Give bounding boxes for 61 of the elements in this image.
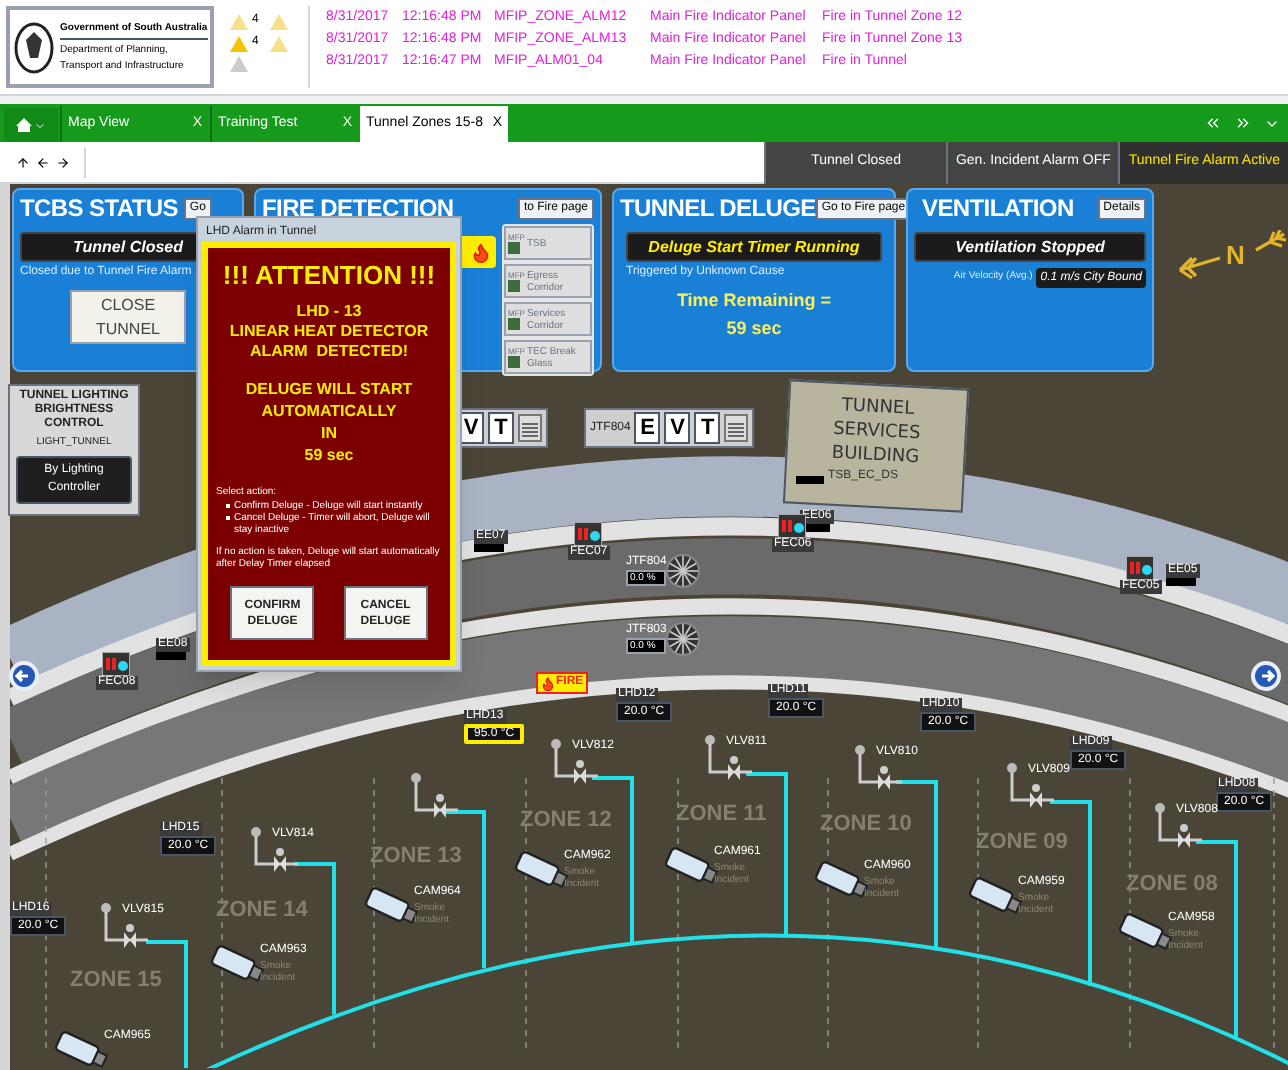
fire-cabinet-icon xyxy=(1126,556,1155,580)
mode-key[interactable]: V xyxy=(664,412,691,444)
jet-fan-icon xyxy=(666,622,701,656)
fire-cabinet-icon xyxy=(574,522,603,546)
home-menu-button[interactable] xyxy=(4,108,58,142)
scroll-right-icon[interactable] xyxy=(1234,114,1252,132)
exhaust-bar xyxy=(1166,578,1196,586)
zone-label: ZONE 10 xyxy=(820,810,912,840)
zone-label: ZONE 11 xyxy=(676,800,767,830)
alarm-text: ALARM DETECTED! xyxy=(249,341,409,361)
north-arrow-icon xyxy=(1176,230,1288,282)
alarm-text: LINEAR HEAT DETECTOR xyxy=(229,321,429,341)
time-remaining-label: Time Remaining = xyxy=(674,288,834,314)
zone-label: ZONE 13 xyxy=(370,842,462,872)
deluge-status: Deluge Start Timer Running xyxy=(626,232,882,262)
mode-key[interactable]: T xyxy=(694,412,721,444)
fire-cabinet-icon xyxy=(778,514,807,538)
countdown-text: DELUGE WILL START xyxy=(245,377,413,399)
status-bar xyxy=(796,476,824,484)
zone-label: ZONE 08 xyxy=(1126,870,1218,900)
panel-title: TUNNEL DELUGE xyxy=(620,196,816,220)
left-arrow-icon[interactable] xyxy=(8,660,40,692)
caret-icon xyxy=(34,119,46,131)
jet-fan-icon xyxy=(666,554,701,588)
up-arrow-icon[interactable] xyxy=(16,155,30,169)
valve-icon xyxy=(410,772,462,820)
countdown-text: 59 sec xyxy=(304,443,354,465)
countdown-text: IN xyxy=(320,421,337,443)
crest-logo-icon xyxy=(14,21,54,73)
panel-icon xyxy=(508,242,520,254)
zone-label: ZONE 14 xyxy=(216,896,308,926)
zone-label: ZONE 09 xyxy=(976,828,1068,858)
zone-label: ZONE 15 xyxy=(70,966,162,996)
disabled-warning-icon xyxy=(230,56,248,72)
panel-icon xyxy=(508,356,520,368)
panel-title: FIRE DETECTION xyxy=(262,196,454,220)
forward-arrow-icon[interactable] xyxy=(56,155,70,169)
countdown-text: AUTOMATICALLY xyxy=(261,399,397,421)
exhaust-bar xyxy=(156,652,186,660)
back-arrow-icon[interactable] xyxy=(36,155,50,169)
time-remaining-value: 59 sec xyxy=(724,315,784,341)
compass-north-label: N xyxy=(1226,238,1245,274)
building-name: TUNNEL SERVICES BUILDING xyxy=(829,394,923,469)
panel-title: VENTILATION xyxy=(922,196,1074,220)
ventilation-status: Ventilation Stopped xyxy=(914,232,1146,262)
scroll-left-icon[interactable] xyxy=(1204,114,1222,132)
fire-icon xyxy=(470,241,492,263)
panel-title: TCBS STATUS xyxy=(20,196,178,220)
alarm-text: LHD - 13 xyxy=(296,301,362,321)
fire-cabinet-icon xyxy=(102,652,131,676)
home-icon xyxy=(16,118,32,132)
right-arrow-icon[interactable] xyxy=(1250,660,1282,692)
exhaust-bar xyxy=(474,544,504,552)
panel-icon xyxy=(508,280,520,292)
fire-icon xyxy=(540,675,556,691)
close-tunnel-button[interactable]: CLOSE TUNNEL xyxy=(70,290,186,344)
mode-key[interactable]: E xyxy=(634,412,661,444)
attention-heading: !!! ATTENTION !!! xyxy=(222,258,436,294)
zone-label: ZONE 12 xyxy=(520,806,612,836)
panel-icon xyxy=(508,318,520,330)
mode-key[interactable]: T xyxy=(488,412,514,444)
